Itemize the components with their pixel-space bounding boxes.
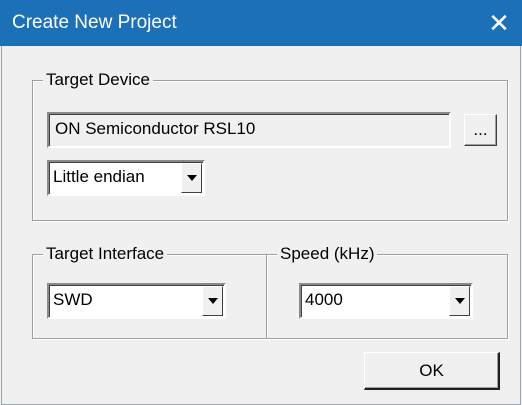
chevron-down-icon	[207, 298, 218, 304]
endian-dropdown-button[interactable]	[181, 163, 202, 193]
device-name-field: ON Semiconductor RSL10	[47, 112, 451, 148]
speed-dropdown-button[interactable]	[449, 286, 470, 316]
target-interface-group: Target Interface SWD	[32, 243, 267, 339]
speed-select[interactable]: 4000	[299, 283, 473, 319]
target-interface-value: SWD	[53, 290, 93, 309]
endian-select[interactable]: Little endian	[47, 160, 205, 196]
endian-select-value: Little endian	[53, 167, 145, 186]
ok-button[interactable]: OK	[364, 352, 500, 390]
speed-group: Speed (kHz) 4000	[266, 243, 508, 339]
close-icon: ✕	[488, 8, 510, 38]
browse-device-label: ...	[473, 120, 488, 139]
dialog-body: Target Device ON Semiconductor RSL10 ...…	[1, 46, 521, 405]
close-button[interactable]: ✕	[476, 0, 522, 46]
chevron-down-icon	[454, 298, 465, 304]
ok-button-label: OK	[419, 360, 444, 380]
browse-device-button[interactable]: ...	[464, 114, 497, 146]
title-bar[interactable]: Create New Project ✕	[0, 0, 522, 46]
target-interface-select[interactable]: SWD	[47, 283, 226, 319]
target-device-legend: Target Device	[43, 69, 153, 91]
speed-legend: Speed (kHz)	[277, 243, 378, 265]
target-interface-legend: Target Interface	[43, 243, 168, 265]
target-interface-dropdown-button[interactable]	[202, 286, 223, 316]
window-title: Create New Project	[12, 12, 177, 33]
speed-value: 4000	[305, 290, 343, 309]
chevron-down-icon	[186, 175, 197, 181]
target-device-group: Target Device ON Semiconductor RSL10 ...…	[32, 69, 508, 221]
